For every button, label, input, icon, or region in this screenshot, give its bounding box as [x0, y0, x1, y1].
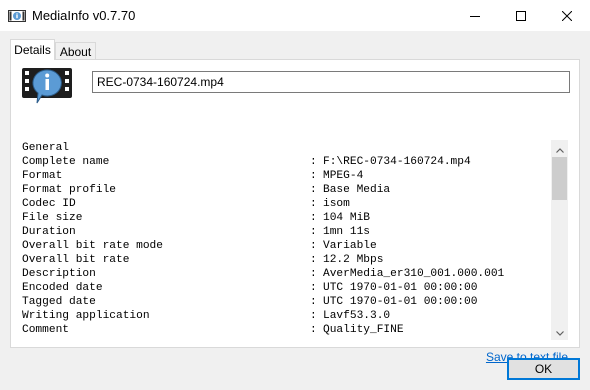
chevron-up-icon	[555, 142, 564, 156]
info-row: Writing application: Lavf53.3.0	[22, 309, 544, 323]
scrollbar-thumb[interactable]	[552, 157, 567, 200]
info-row: File size:104 MiB	[22, 211, 544, 225]
info-value: Base Media	[323, 184, 391, 196]
info-value: F:\REC-0734-160724.mp4	[323, 156, 471, 168]
section-heading: General	[22, 141, 544, 155]
maximize-button[interactable]	[498, 0, 544, 31]
info-row: Tagged date: UTC 1970-01-01 00:00:00	[22, 295, 544, 309]
info-row: Overall bit rate mode: Variable	[22, 239, 544, 253]
tab-about[interactable]: About	[55, 42, 96, 60]
info-value: isom	[323, 198, 350, 210]
info-label: Duration	[22, 226, 76, 238]
info-label: Format	[22, 170, 63, 182]
info-row: Description: AverMedia_er310_001.000.001	[22, 267, 544, 281]
maximize-icon	[516, 10, 526, 21]
info-row: Format: MPEG-4	[22, 169, 544, 183]
info-value: Variable	[323, 240, 377, 252]
filename-field[interactable]: REC-0734-160724.mp4	[92, 71, 570, 93]
info-separator: :	[310, 226, 317, 238]
minimize-button[interactable]	[452, 0, 498, 31]
info-row: Comment: Quality_FINE	[22, 323, 544, 337]
tab-details[interactable]: Details	[10, 39, 55, 60]
info-value: UTC 1970-01-01 00:00:00	[323, 296, 478, 308]
info-separator: :	[310, 268, 317, 280]
info-label: Encoded date	[22, 282, 103, 294]
section-title: General	[22, 142, 69, 154]
info-label: Complete name	[22, 156, 110, 168]
info-value: 12.2 Mbps	[323, 254, 384, 266]
info-label: Codec ID	[22, 198, 76, 210]
info-label: Tagged date	[22, 296, 96, 308]
info-label: Writing application	[22, 310, 150, 322]
info-label: Overall bit rate	[22, 254, 130, 266]
minimize-icon	[470, 11, 480, 21]
info-label: Description	[22, 268, 96, 280]
vertical-scrollbar[interactable]	[551, 140, 568, 340]
info-label: Overall bit rate mode	[22, 240, 163, 252]
info-row: Duration:1mn 11s	[22, 225, 544, 239]
info-row: Encoded date: UTC 1970-01-01 00:00:00	[22, 281, 544, 295]
tab-container: Details About REC-0734-160724.mp4 Genera…	[0, 31, 590, 390]
close-icon	[562, 10, 572, 21]
info-row: Codec ID: isom	[22, 197, 544, 211]
info-separator: :	[310, 156, 317, 168]
info-separator: :	[310, 170, 317, 182]
info-separator: :	[310, 184, 317, 196]
mediainfo-app-icon	[8, 8, 26, 24]
info-separator: :	[310, 296, 317, 308]
window-title: MediaInfo v0.7.70	[32, 8, 136, 23]
info-label: Comment	[22, 324, 69, 336]
info-rows: Complete name: F:\REC-0734-160724.mp4 Form…	[22, 155, 544, 337]
info-value: 104 MiB	[323, 212, 370, 224]
info-value: Quality_FINE	[323, 324, 404, 336]
ok-button[interactable]: OK	[507, 358, 580, 380]
title-bar: MediaInfo v0.7.70	[0, 0, 590, 31]
info-separator: :	[310, 282, 317, 294]
scroll-up-button[interactable]	[551, 140, 568, 157]
info-label: File size	[22, 212, 83, 224]
info-row: Format profile: Base Media	[22, 183, 544, 197]
info-value: UTC 1970-01-01 00:00:00	[323, 282, 478, 294]
info-separator: :	[310, 324, 317, 336]
scroll-down-button[interactable]	[551, 323, 568, 340]
info-separator: :	[310, 198, 317, 210]
info-label: Format profile	[22, 184, 116, 196]
info-value: 1mn 11s	[323, 226, 370, 238]
close-button[interactable]	[544, 0, 590, 31]
details-panel: REC-0734-160724.mp4 General Complete nam…	[10, 59, 580, 364]
info-separator: :	[310, 254, 317, 266]
info-row: Complete name: F:\REC-0734-160724.mp4	[22, 155, 544, 169]
info-text-area[interactable]: General Complete name: F:\REC-0734-160724…	[22, 141, 544, 341]
info-value: Lavf53.3.0	[323, 310, 391, 322]
info-value: MPEG-4	[323, 170, 364, 182]
info-separator: :	[310, 212, 317, 224]
chevron-down-icon	[555, 325, 564, 339]
info-separator: :	[310, 310, 317, 322]
info-separator: :	[310, 240, 317, 252]
media-info-icon	[21, 67, 73, 109]
info-row: Overall bit rate:12.2 Mbps	[22, 253, 544, 267]
info-value: AverMedia_er310_001.000.001	[323, 268, 505, 280]
